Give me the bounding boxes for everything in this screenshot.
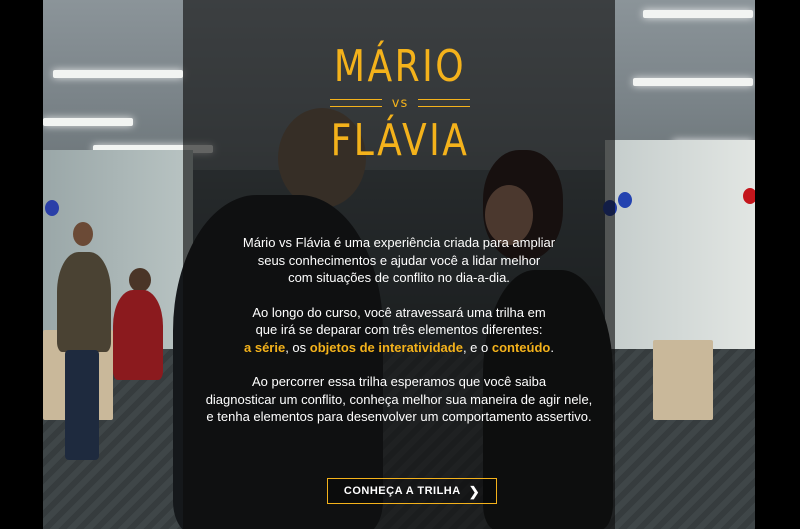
- person-seated: [113, 290, 163, 380]
- page: MÁRIO vs FLÁVIA Mário vs Flávia é uma ex…: [0, 0, 800, 529]
- text-line: Ao percorrer essa trilha esperamos que v…: [251, 374, 547, 389]
- text-separator: , os: [285, 339, 310, 355]
- intro-text: Mário vs Flávia é uma experiência criada…: [183, 234, 615, 443]
- intro-paragraph-3: Ao percorrer essa trilha esperamos que v…: [183, 373, 615, 426]
- text-line: diagnosticar um conflito, conheça melhor…: [205, 391, 593, 407]
- conheca-a-trilha-button[interactable]: CONHEÇA A TRILHA ❯: [327, 478, 497, 504]
- cta-label: CONHEÇA A TRILHA: [343, 485, 461, 497]
- logo-title-mario: MÁRIO: [333, 41, 467, 92]
- logo-divider-line: [418, 99, 471, 107]
- logo-divider-line: [329, 99, 382, 107]
- text-separator: , e o: [462, 339, 492, 355]
- text-line: e tenha elementos para desenvolver um co…: [206, 409, 592, 424]
- balloon: [618, 192, 632, 208]
- logo-vs-text: vs: [391, 95, 409, 111]
- balloon: [743, 188, 755, 204]
- logo-title-flavia: FLÁVIA: [330, 115, 470, 166]
- person-standing: [57, 252, 111, 352]
- highlight-serie: a série: [244, 339, 286, 355]
- highlight-conteudo: conteúdo: [491, 339, 551, 355]
- glass-wall-right: [605, 140, 755, 360]
- text-end: .: [550, 339, 554, 355]
- text-line: seus conhecimentos e ajudar você a lidar…: [257, 252, 541, 268]
- ceiling-light: [643, 10, 753, 18]
- text-line: que irá se deparar com três elementos di…: [255, 322, 543, 337]
- logo-mario-vs-flavia: MÁRIO vs FLÁVIA: [0, 44, 800, 164]
- highlight-objetos: objetos de interatividade: [309, 339, 463, 355]
- person-head: [73, 222, 93, 246]
- person-head: [129, 268, 151, 292]
- intro-paragraph-2: Ao longo do curso, você atravessará uma …: [183, 304, 615, 357]
- text-line: Mário vs Flávia é uma experiência criada…: [242, 235, 556, 250]
- text-line: Ao longo do curso, você atravessará uma …: [252, 304, 546, 320]
- balloon: [45, 200, 59, 216]
- chevron-right-icon: ❯: [468, 483, 481, 499]
- intro-paragraph-1: Mário vs Flávia é uma experiência criada…: [183, 234, 615, 287]
- text-line: com situações de conflito no dia-a-dia.: [288, 270, 510, 285]
- cabinet-right: [653, 340, 713, 420]
- logo-vs-divider: vs: [0, 92, 800, 114]
- person-legs: [65, 350, 99, 460]
